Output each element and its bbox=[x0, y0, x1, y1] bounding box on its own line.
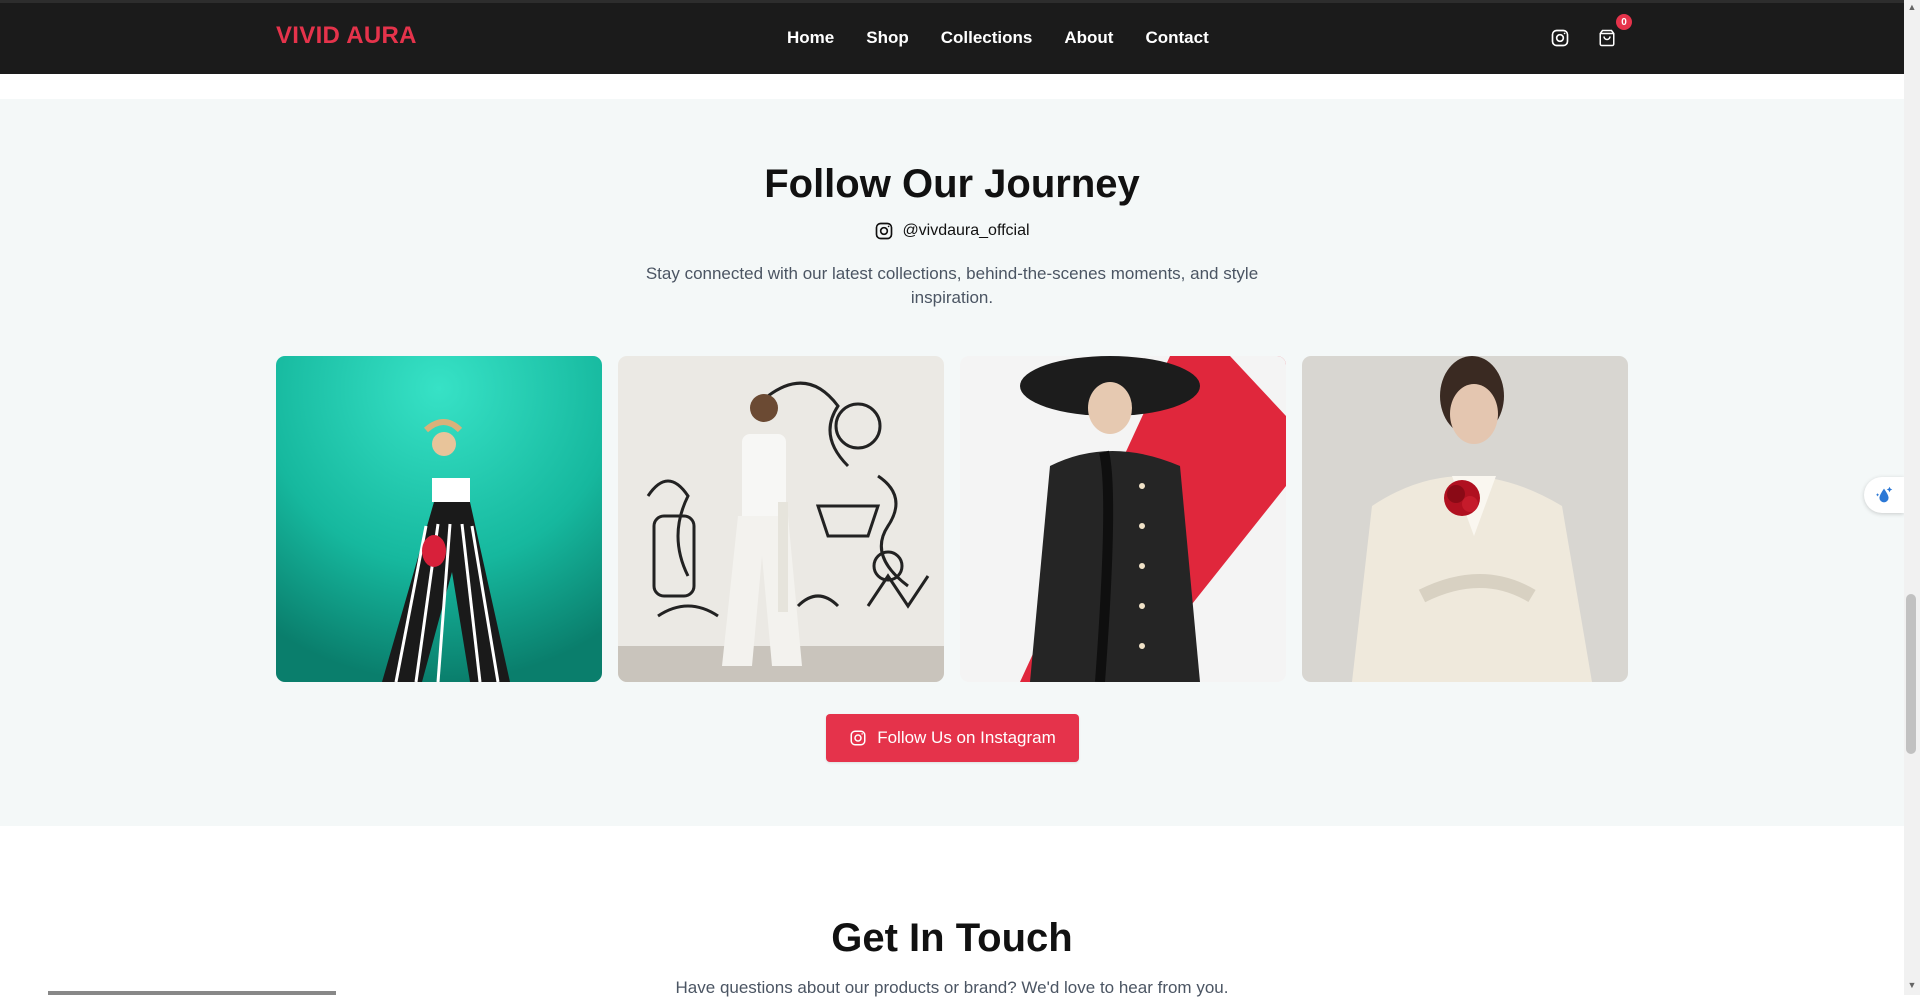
photo-image bbox=[618, 356, 944, 682]
contact-subtitle: Have questions about our products or bra… bbox=[675, 978, 1229, 997]
page-scrollbar[interactable] bbox=[1904, 0, 1920, 995]
instagram-photo-3[interactable] bbox=[960, 356, 1286, 682]
instagram-icon bbox=[876, 222, 893, 240]
accessibility-widget[interactable] bbox=[1864, 477, 1904, 513]
instagram-handle-row[interactable]: @vivdaura_offcial bbox=[0, 221, 1904, 241]
nav-about[interactable]: About bbox=[1064, 28, 1113, 48]
sparkle-drop-icon bbox=[1875, 486, 1893, 503]
follow-instagram-button[interactable]: Follow Us on Instagram bbox=[826, 714, 1079, 762]
nav-home[interactable]: Home bbox=[787, 28, 834, 48]
follow-instagram-label: Follow Us on Instagram bbox=[877, 728, 1056, 747]
follow-section: Follow Our Journey @vivdaura_offcial Sta… bbox=[0, 99, 1904, 826]
nav-shop[interactable]: Shop bbox=[866, 28, 909, 48]
cart-icon[interactable] bbox=[1595, 26, 1619, 50]
site-header: VIVID AURA Home Shop Collections About C… bbox=[0, 0, 1904, 74]
instagram-photo-2[interactable] bbox=[618, 356, 944, 682]
follow-description: Stay connected with our latest collectio… bbox=[645, 264, 1259, 307]
photo-image bbox=[276, 356, 602, 682]
scroll-up-arrow[interactable]: ▲ bbox=[1906, 2, 1918, 14]
main-nav: Home Shop Collections About Contact bbox=[787, 28, 1209, 48]
instagram-photo-1[interactable] bbox=[276, 356, 602, 682]
photo-image bbox=[1302, 356, 1628, 682]
scroll-down-arrow[interactable]: ▼ bbox=[1906, 980, 1918, 992]
contact-title: Get In Touch bbox=[831, 916, 1073, 960]
instagram-handle: @vivdaura_offcial bbox=[902, 222, 1030, 239]
instagram-icon[interactable] bbox=[1548, 26, 1572, 50]
cart-count-badge: 0 bbox=[1616, 14, 1632, 30]
instagram-photo-4[interactable] bbox=[1302, 356, 1628, 682]
header-top-line bbox=[0, 0, 1904, 3]
scrollbar-thumb[interactable] bbox=[1906, 594, 1916, 754]
instagram-icon bbox=[850, 730, 866, 746]
brand-logo[interactable]: VIVID AURA bbox=[276, 22, 417, 50]
nav-collections[interactable]: Collections bbox=[941, 28, 1033, 48]
instagram-grid bbox=[276, 356, 1628, 682]
horizontal-scroll-indicator bbox=[48, 991, 336, 995]
follow-title: Follow Our Journey bbox=[764, 162, 1140, 206]
photo-image bbox=[960, 356, 1286, 682]
nav-contact[interactable]: Contact bbox=[1145, 28, 1208, 48]
